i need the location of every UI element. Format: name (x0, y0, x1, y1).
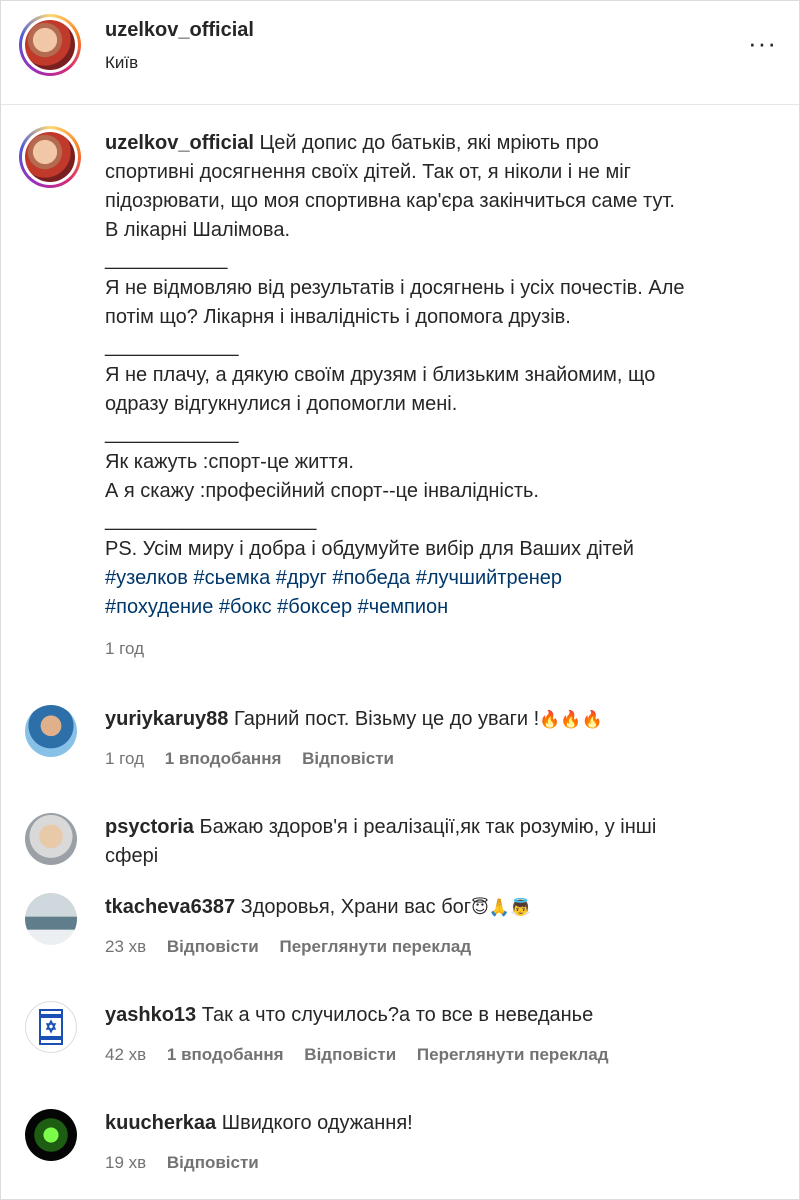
flag-icon (39, 1009, 63, 1045)
author-username[interactable]: uzelkov_official (105, 19, 254, 42)
post-location[interactable]: Київ (105, 53, 138, 73)
comment-avatar[interactable] (25, 893, 77, 945)
comment-text: сфері (105, 845, 159, 867)
hashtag-link[interactable]: #лучшийтренер (416, 567, 562, 589)
comment-text: Швидкого одужання! (221, 1112, 413, 1134)
comment-username[interactable]: yuriykaruy88 (105, 708, 228, 730)
comment-username[interactable]: yashko13 (105, 1004, 196, 1026)
more-horizontal-icon[interactable]: ··· (748, 30, 777, 56)
comment-time[interactable]: 42 хв (105, 1045, 146, 1064)
comment-meta: 1 год 1 вподобання Відповісти (105, 749, 410, 769)
comment-body: tkacheva6387 Здоровья, Храни вас бог😇🙏👼 (105, 893, 765, 923)
comment-likes[interactable]: 1 вподобання (165, 749, 282, 768)
hashtag-link[interactable]: #похудение (105, 596, 213, 618)
comment-username[interactable]: kuucherkaa (105, 1112, 216, 1134)
comment-likes[interactable]: 1 вподобання (167, 1045, 284, 1064)
comment-avatar[interactable] (25, 813, 77, 865)
caption-line: спортивні досягнення своїх дітей. Так от… (105, 161, 631, 183)
caption-divider: ___________________ (105, 509, 317, 531)
caption-line: Цей допис до батьків, які мріють про (259, 132, 599, 154)
caption-line: PS. Усім миру і добра і обдумуйте вибір … (105, 538, 634, 560)
caption-line: потім що? Лікарня і інвалідність і допом… (105, 306, 571, 328)
hashtag-link[interactable]: #узелков (105, 567, 188, 589)
reply-button[interactable]: Відповісти (167, 937, 259, 956)
comment-text: Бажаю здоров'я і реалізації,як так розум… (199, 816, 657, 838)
comment-meta: 42 хв 1 вподобання Відповісти Переглянут… (105, 1045, 625, 1065)
comment-avatar[interactable] (25, 705, 77, 757)
caption-line: А я скажу :професійний спорт--це інвалід… (105, 480, 539, 502)
comment-username[interactable]: tkacheva6387 (105, 896, 235, 918)
caption-line: Я не плачу, а дякую своїм друзям і близь… (105, 364, 656, 386)
hashtag-link[interactable]: #бокс (219, 596, 272, 618)
comment-body: yuriykaruy88 Гарний пост. Візьму це до у… (105, 705, 765, 735)
reply-button[interactable]: Відповісти (302, 749, 394, 768)
hashtag-list: #узелков #сьемка #друг #победа #лучшийтр… (105, 564, 775, 622)
comment-avatar[interactable] (25, 1109, 77, 1161)
hashtag-link[interactable]: #победа (332, 567, 410, 589)
caption-timestamp[interactable]: 1 год (105, 634, 775, 663)
comment-meta: 23 хв Відповісти Переглянути переклад (105, 937, 487, 957)
caption-line: Як кажуть :спорт-це життя. (105, 451, 354, 473)
comment-body: yashko13 Так а что случилось?а то все в … (105, 1001, 765, 1030)
fire-emoji: 🔥🔥🔥 (539, 710, 603, 730)
comment-time[interactable]: 19 хв (105, 1153, 146, 1172)
post-caption: uzelkov_official Цей допис до батьків, я… (105, 129, 775, 663)
comment-text: Здоровья, Храни вас бог (240, 896, 472, 918)
caption-divider: ____________ (105, 335, 239, 357)
caption-divider: ____________ (105, 422, 239, 444)
reply-button[interactable]: Відповісти (304, 1045, 396, 1064)
comment-avatar[interactable] (25, 1001, 77, 1053)
comment-text: Гарний пост. Візьму це до уваги ! (233, 708, 540, 730)
comment-username[interactable]: psyctoria (105, 816, 194, 838)
caption-line: В лікарні Шалімова. (105, 219, 291, 241)
caption-line: підозрювати, що моя спортивна кар'єра за… (105, 190, 675, 212)
caption-username[interactable]: uzelkov_official (105, 132, 254, 154)
comment-meta: 19 хв Відповісти (105, 1153, 275, 1173)
comment-body: kuucherkaa Швидкого одужання! (105, 1109, 765, 1138)
translate-button[interactable]: Переглянути переклад (280, 937, 472, 956)
translate-button[interactable]: Переглянути переклад (417, 1045, 609, 1064)
angel-pray-emoji: 😇🙏👼 (471, 898, 532, 918)
hashtag-link[interactable]: #друг (276, 567, 327, 589)
caption-divider: ___________ (105, 248, 228, 270)
comment-body: psyctoria Бажаю здоров'я і реалізації,як… (105, 813, 765, 871)
caption-line: Я не відмовляю від результатів і досягне… (105, 277, 685, 299)
post-header: uzelkov_official Київ ··· (1, 1, 799, 105)
comment-time[interactable]: 1 год (105, 749, 144, 768)
caption-line: одразу відгукнулися і допомогли мені. (105, 393, 458, 415)
author-avatar[interactable] (19, 14, 81, 76)
comment-time[interactable]: 23 хв (105, 937, 146, 956)
comment-text: Так а что случилось?а то все в неведанье (201, 1004, 594, 1026)
hashtag-link[interactable]: #сьемка (193, 567, 270, 589)
hashtag-link[interactable]: #чемпион (358, 596, 449, 618)
reply-button[interactable]: Відповісти (167, 1153, 259, 1172)
hashtag-link[interactable]: #боксер (277, 596, 352, 618)
caption-avatar[interactable] (19, 126, 81, 188)
